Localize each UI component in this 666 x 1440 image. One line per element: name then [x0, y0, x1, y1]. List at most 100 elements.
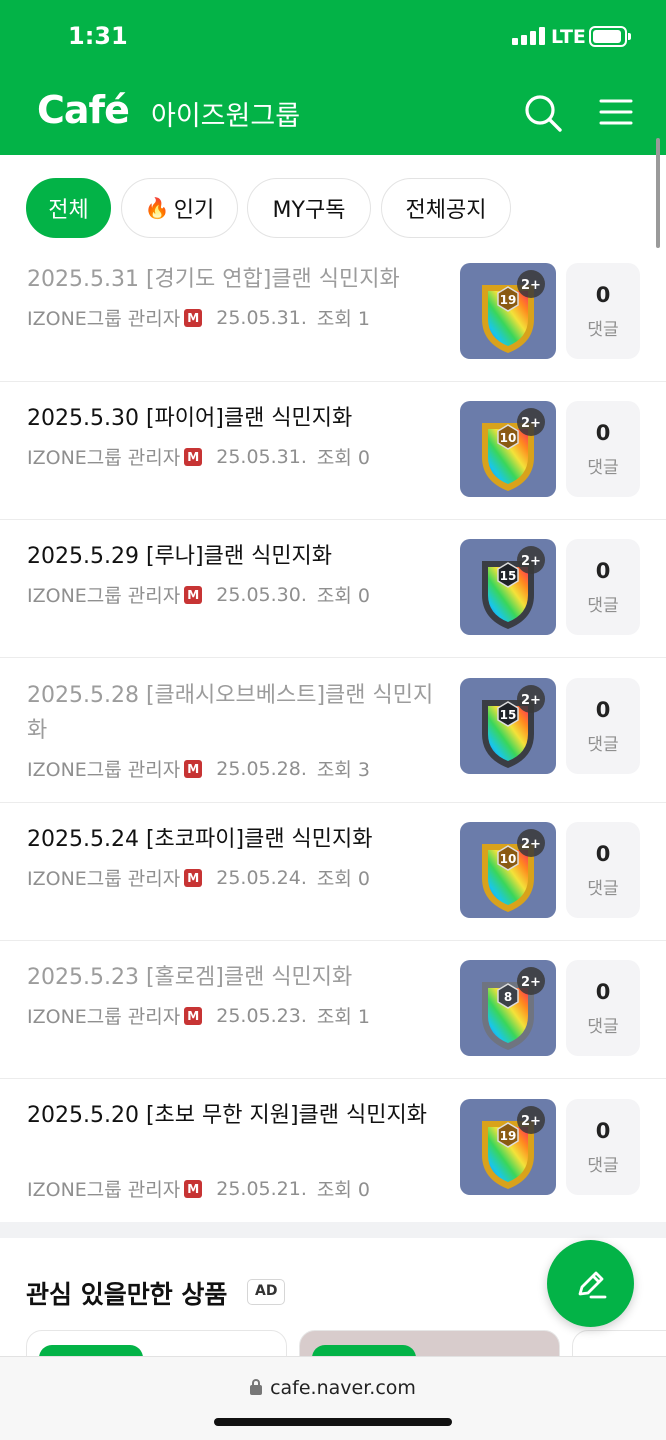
pencil-icon [578, 1271, 606, 1298]
post-thumbnail[interactable]: 15 2+ [460, 678, 556, 774]
post-author[interactable]: IZONE그룹 관리자 [27, 1175, 180, 1202]
post-date: 25.05.23. [216, 1004, 307, 1027]
svg-text:2+: 2+ [521, 1114, 541, 1129]
post-item[interactable]: 2025.5.29 [루나]클랜 식민지화 IZONE그룹 관리자 M 25.05.… [0, 520, 666, 658]
comment-label: 댓글 [587, 735, 619, 755]
signal-icon [512, 27, 546, 45]
comment-count: 0 [595, 283, 611, 307]
post-author[interactable]: IZONE그룹 관리자 [27, 581, 180, 608]
post-views: 조회 0 [316, 868, 370, 890]
manager-badge-icon: M [184, 585, 203, 604]
chip-label: 인기 [173, 198, 215, 223]
post-meta: IZONE그룹 관리자 M 25.05.31. 조회 1 [27, 304, 370, 331]
svg-text:2+: 2+ [521, 975, 541, 990]
manager-badge-icon: M [184, 308, 203, 327]
manager-badge-icon: M [184, 759, 203, 778]
comment-count-box[interactable]: 0 댓글 [566, 960, 640, 1056]
svg-text:2+: 2+ [521, 837, 541, 852]
svg-text:2+: 2+ [521, 416, 541, 431]
scrollbar[interactable] [656, 138, 660, 248]
comment-label: 댓글 [587, 1017, 619, 1037]
post-thumbnail[interactable]: 19 2+ [460, 263, 556, 359]
search-icon[interactable] [520, 90, 566, 136]
write-post-button[interactable] [547, 1240, 634, 1327]
chip-label: 전체공지 [405, 198, 487, 223]
post-item[interactable]: 2025.5.24 [초코파이]클랜 식민지화 IZONE그룹 관리자 M 25.0… [0, 803, 666, 941]
status-bar: 1:31 LTE [0, 0, 666, 75]
comment-count: 0 [595, 559, 611, 583]
comment-count: 0 [595, 842, 611, 866]
comment-count-box[interactable]: 0 댓글 [566, 539, 640, 635]
comment-count: 0 [595, 698, 611, 722]
comment-count: 0 [595, 980, 611, 1004]
post-item[interactable]: 2025.5.23 [홀로겜]클랜 식민지화 IZONE그룹 관리자 M 25.05… [0, 941, 666, 1079]
post-author[interactable]: IZONE그룹 관리자 [27, 1002, 180, 1029]
svg-text:15: 15 [500, 708, 517, 722]
post-item[interactable]: 2025.5.20 [초보 무한 지원]클랜 식민지화 IZONE그룹 관리자 M… [0, 1079, 666, 1222]
chip-popular[interactable]: 🔥 인기 [121, 178, 238, 238]
manager-badge-icon: M [184, 1006, 203, 1025]
post-views: 조회 0 [316, 585, 370, 607]
post-title[interactable]: 2025.5.28 [클래시오브베스트]클랜 식민지화 [27, 678, 447, 748]
post-views: 조회 0 [316, 1179, 370, 1201]
chip-my-subscription[interactable]: MY구독 [247, 178, 371, 238]
post-title[interactable]: 2025.5.20 [초보 무한 지원]클랜 식민지화 [27, 1098, 447, 1133]
post-title[interactable]: 2025.5.23 [홀로겜]클랜 식민지화 [27, 960, 447, 995]
chip-all-notices[interactable]: 전체공지 [381, 178, 511, 238]
comment-label: 댓글 [587, 1156, 619, 1176]
manager-badge-icon: M [184, 1179, 203, 1198]
svg-text:8: 8 [504, 990, 512, 1004]
post-author[interactable]: IZONE그룹 관리자 [27, 864, 180, 891]
svg-text:19: 19 [500, 293, 517, 307]
post-author[interactable]: IZONE그룹 관리자 [27, 755, 180, 782]
post-item[interactable]: 2025.5.28 [클래시오브베스트]클랜 식민지화 IZONE그룹 관리자 M… [0, 658, 666, 803]
comment-label: 댓글 [587, 458, 619, 478]
cafe-name[interactable]: 아이즈원그룹 [151, 94, 300, 133]
post-title[interactable]: 2025.5.29 [루나]클랜 식민지화 [27, 539, 447, 574]
browser-address-bar[interactable]: cafe.naver.com [0, 1356, 666, 1440]
comment-count: 0 [595, 1119, 611, 1143]
hamburger-menu-icon[interactable] [596, 92, 636, 132]
post-item[interactable]: 2025.5.30 [파이어]클랜 식민지화 IZONE그룹 관리자 M 25.05… [0, 382, 666, 520]
post-meta: IZONE그룹 관리자 M 25.05.28. 조회 3 [27, 755, 370, 782]
post-meta: IZONE그룹 관리자 M 25.05.24. 조회 0 [27, 864, 370, 891]
chip-all[interactable]: 전체 [26, 178, 111, 238]
post-author[interactable]: IZONE그룹 관리자 [27, 443, 180, 470]
post-thumbnail[interactable]: 15 2+ [460, 539, 556, 635]
comment-count-box[interactable]: 0 댓글 [566, 401, 640, 497]
ad-badge: AD [247, 1279, 286, 1305]
comment-count-box[interactable]: 0 댓글 [566, 263, 640, 359]
post-thumbnail[interactable]: 10 2+ [460, 401, 556, 497]
post-title[interactable]: 2025.5.24 [초코파이]클랜 식민지화 [27, 822, 447, 857]
post-thumbnail[interactable]: 8 2+ [460, 960, 556, 1056]
post-date: 25.05.21. [216, 1177, 307, 1200]
battery-icon [589, 26, 631, 47]
post-author[interactable]: IZONE그룹 관리자 [27, 304, 180, 331]
svg-text:19: 19 [500, 1129, 517, 1143]
home-indicator[interactable] [214, 1418, 452, 1426]
comment-count: 0 [595, 421, 611, 445]
post-title[interactable]: 2025.5.31 [경기도 연합]클랜 식민지화 [27, 262, 447, 297]
post-meta: IZONE그룹 관리자 M 25.05.31. 조회 0 [27, 443, 370, 470]
post-date: 25.05.28. [216, 757, 307, 780]
comment-count-box[interactable]: 0 댓글 [566, 1099, 640, 1195]
status-time: 1:31 [68, 22, 128, 50]
post-date: 25.05.31. [216, 445, 307, 468]
url-text: cafe.naver.com [270, 1377, 416, 1399]
post-meta: IZONE그룹 관리자 M 25.05.30. 조회 0 [27, 581, 370, 608]
url-field[interactable]: cafe.naver.com [0, 1377, 666, 1399]
flame-icon: 🔥 [144, 196, 170, 220]
post-views: 조회 3 [316, 759, 370, 781]
post-date: 25.05.31. [216, 306, 307, 329]
post-views: 조회 1 [316, 1006, 370, 1028]
post-meta: IZONE그룹 관리자 M 25.05.21. 조회 0 [27, 1175, 370, 1202]
svg-text:2+: 2+ [521, 554, 541, 569]
svg-text:10: 10 [500, 431, 517, 445]
post-thumbnail[interactable]: 19 2+ [460, 1099, 556, 1195]
post-thumbnail[interactable]: 10 2+ [460, 822, 556, 918]
post-title[interactable]: 2025.5.30 [파이어]클랜 식민지화 [27, 401, 447, 436]
cafe-logo[interactable]: Café [37, 88, 130, 132]
comment-count-box[interactable]: 0 댓글 [566, 678, 640, 774]
comment-count-box[interactable]: 0 댓글 [566, 822, 640, 918]
post-item[interactable]: 2025.5.31 [경기도 연합]클랜 식민지화 IZONE그룹 관리자 M 25… [0, 242, 666, 382]
